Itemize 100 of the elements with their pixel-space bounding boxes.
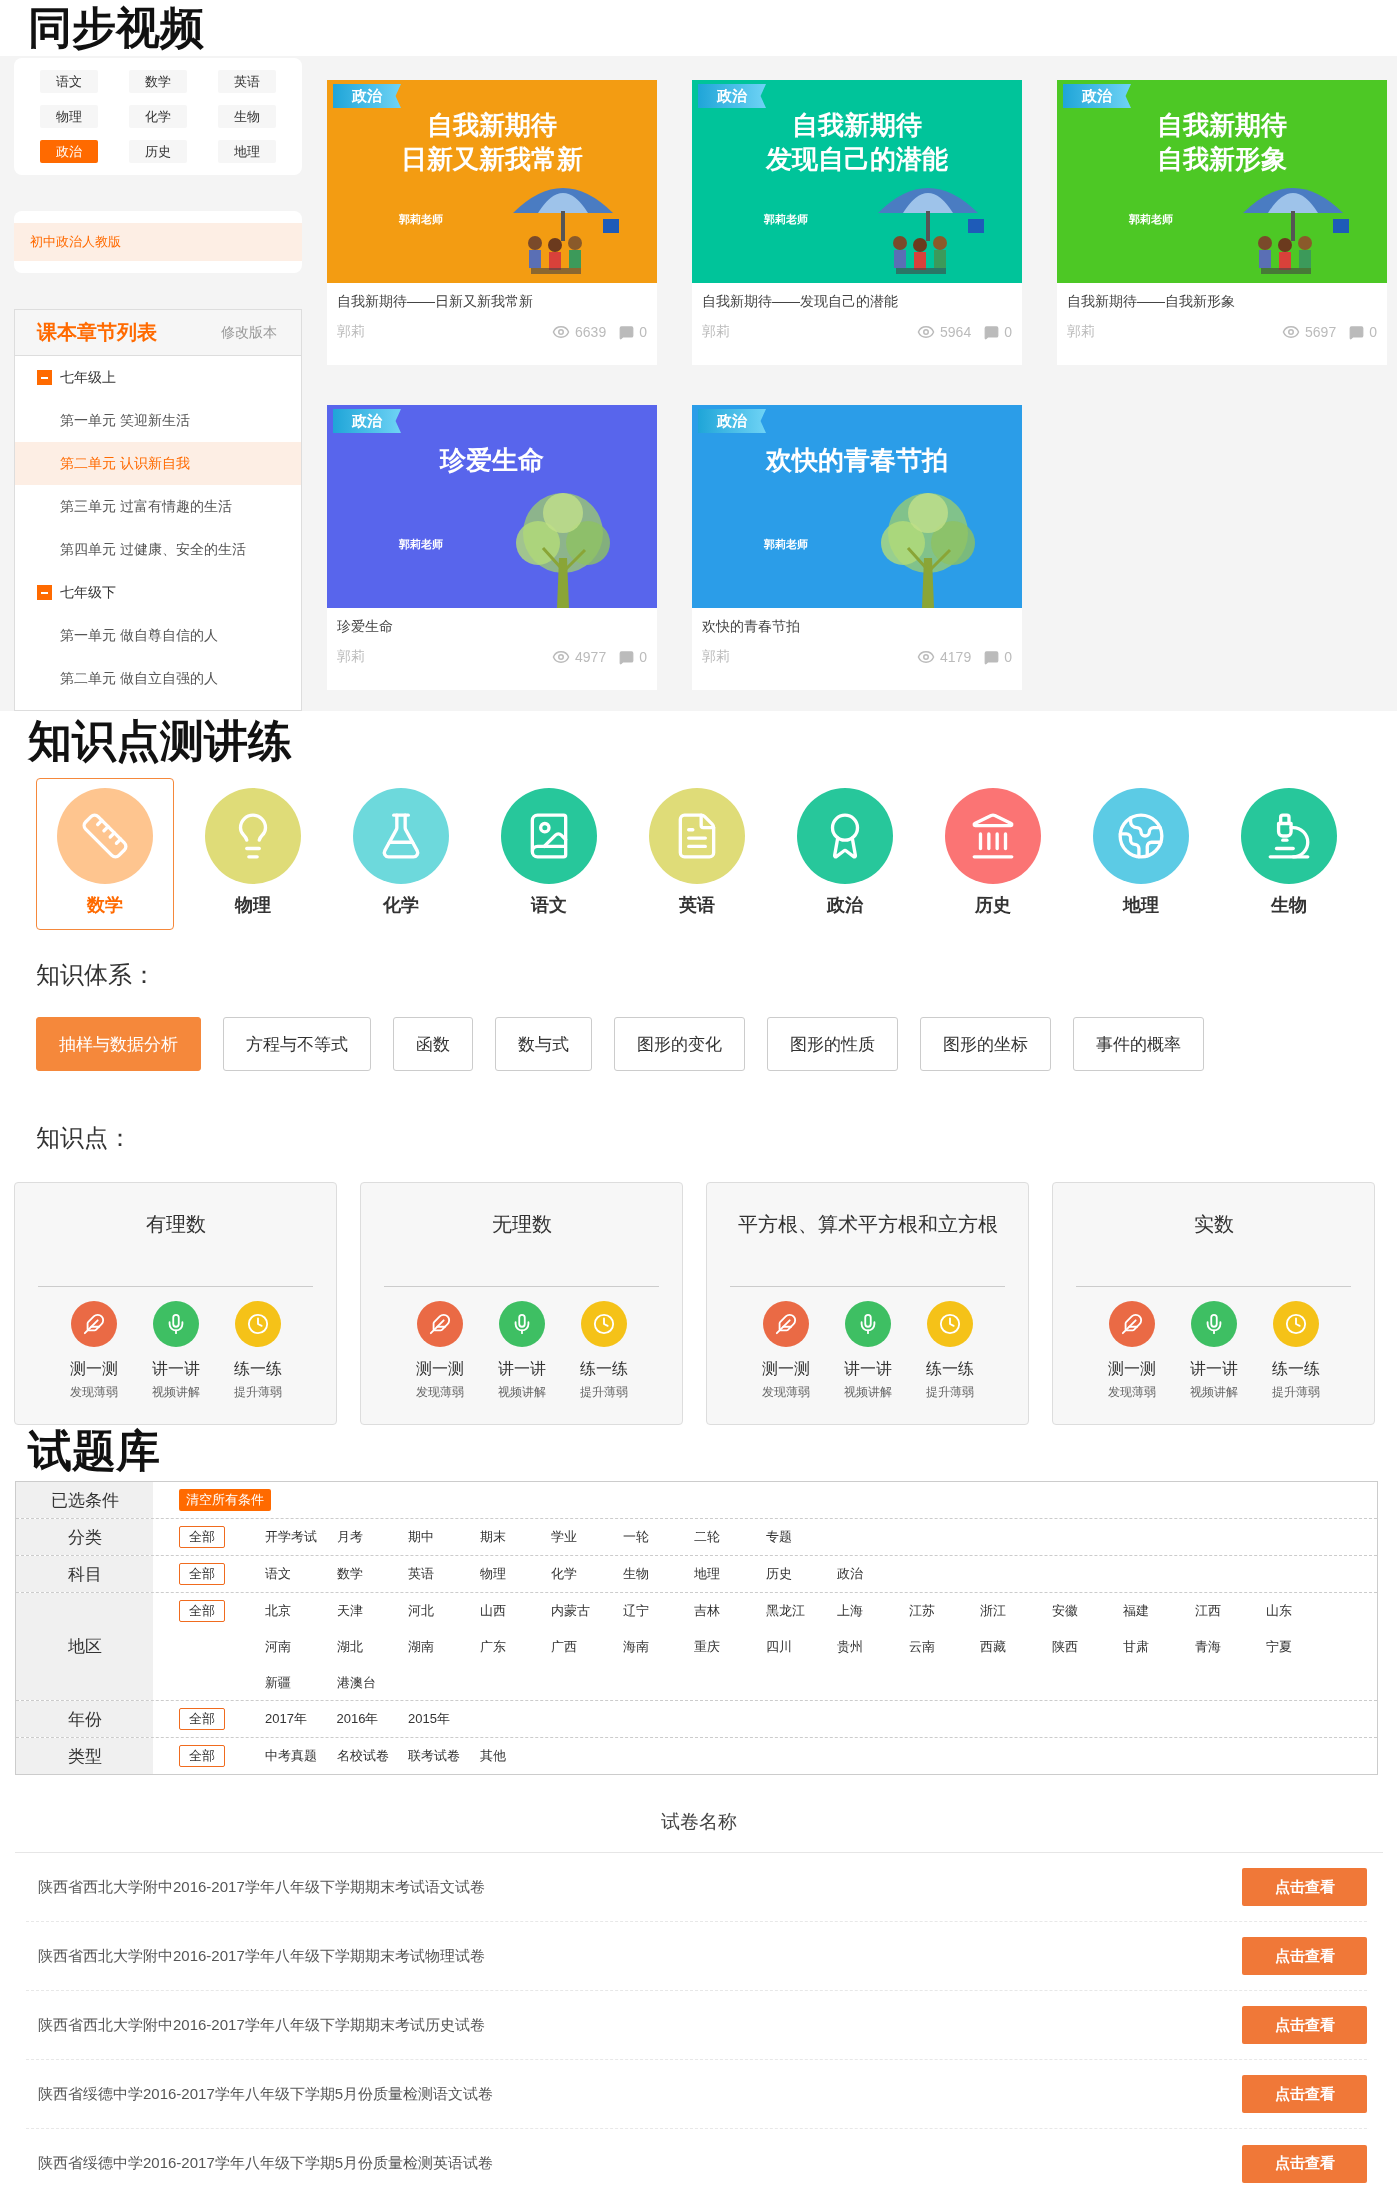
- filter-option[interactable]: 中考真题: [265, 1745, 337, 1767]
- practice-link[interactable]: 测一测 发现薄弱: [1107, 1301, 1156, 1401]
- subject-chip[interactable]: 语文: [40, 70, 98, 93]
- filter-option[interactable]: 二轮: [694, 1526, 766, 1548]
- filter-option[interactable]: 山东: [1266, 1600, 1338, 1622]
- paper-title[interactable]: 陕西省绥德中学2016-2017学年八年级下学期5月份质量检测英语试卷: [38, 2154, 494, 2173]
- practice-link[interactable]: 练一练 提升薄弱: [925, 1301, 974, 1401]
- filter-option[interactable]: 青海: [1194, 1636, 1266, 1658]
- topic-tag[interactable]: 事件的概率: [1073, 1017, 1204, 1071]
- filter-option[interactable]: 其他: [479, 1745, 551, 1767]
- filter-option[interactable]: 河南: [265, 1636, 337, 1658]
- filter-option[interactable]: 专题: [765, 1526, 837, 1548]
- filter-option[interactable]: 化学: [551, 1563, 623, 1585]
- filter-option[interactable]: 江西: [1194, 1600, 1266, 1622]
- filter-option[interactable]: 浙江: [980, 1600, 1052, 1622]
- chapter-item[interactable]: 第三单元 过富有情趣的生活: [15, 485, 301, 528]
- filter-option[interactable]: 辽宁: [622, 1600, 694, 1622]
- filter-option[interactable]: 新疆: [265, 1672, 337, 1694]
- practice-link[interactable]: 练一练 提升薄弱: [579, 1301, 628, 1401]
- grade-label[interactable]: 七年级上: [60, 368, 116, 387]
- filter-option[interactable]: 期末: [479, 1526, 551, 1548]
- subject-chip[interactable]: 地理: [218, 140, 276, 163]
- all-option[interactable]: 全部: [179, 1745, 225, 1767]
- filter-option[interactable]: 广东: [479, 1636, 551, 1658]
- video-thumbnail[interactable]: 政治 珍爱生命 郭莉老师: [327, 405, 657, 608]
- practice-link[interactable]: 练一练 提升薄弱: [233, 1301, 282, 1401]
- subject-chip[interactable]: 数学: [129, 70, 187, 93]
- filter-option[interactable]: 开学考试: [265, 1526, 337, 1548]
- practice-link[interactable]: 测一测 发现薄弱: [415, 1301, 464, 1401]
- all-option[interactable]: 全部: [179, 1708, 225, 1730]
- topic-tag[interactable]: 函数: [393, 1017, 473, 1071]
- grade-label[interactable]: 七年级下: [60, 583, 116, 602]
- filter-option[interactable]: 重庆: [694, 1636, 766, 1658]
- chapter-item[interactable]: 第四单元 过健康、安全的生活: [15, 528, 301, 571]
- subject-chip[interactable]: 物理: [40, 105, 98, 128]
- chapter-item[interactable]: 第一单元 笑迎新生活: [15, 399, 301, 442]
- practice-link[interactable]: 讲一讲 视频讲解: [1189, 1301, 1238, 1401]
- filter-option[interactable]: 陕西: [1051, 1636, 1123, 1658]
- filter-option[interactable]: 一轮: [622, 1526, 694, 1548]
- filter-option[interactable]: 甘肃: [1123, 1636, 1195, 1658]
- filter-option[interactable]: 湖南: [408, 1636, 480, 1658]
- topic-tag[interactable]: 图形的变化: [614, 1017, 745, 1071]
- filter-option[interactable]: 期中: [408, 1526, 480, 1548]
- paper-title[interactable]: 陕西省西北大学附中2016-2017学年八年级下学期期末考试历史试卷: [38, 2015, 485, 2035]
- filter-option[interactable]: 黑龙江: [765, 1600, 837, 1622]
- practice-link[interactable]: 练一练 提升薄弱: [1271, 1301, 1320, 1401]
- subject-chip[interactable]: 化学: [129, 105, 187, 128]
- filter-option[interactable]: 广西: [551, 1636, 623, 1658]
- filter-option[interactable]: 历史: [765, 1563, 837, 1585]
- subject-chip[interactable]: 英语: [218, 70, 276, 93]
- filter-option[interactable]: 四川: [765, 1636, 837, 1658]
- paper-title[interactable]: 陕西省西北大学附中2016-2017学年八年级下学期期末考试语文试卷: [38, 1877, 485, 1897]
- filter-option[interactable]: 上海: [837, 1600, 909, 1622]
- practice-link[interactable]: 测一测 发现薄弱: [761, 1301, 810, 1401]
- practice-link[interactable]: 讲一讲 视频讲解: [497, 1301, 546, 1401]
- filter-option[interactable]: 月考: [336, 1526, 408, 1548]
- practice-link[interactable]: 测一测 发现薄弱: [69, 1301, 118, 1401]
- filter-option[interactable]: 政治: [837, 1563, 909, 1585]
- video-card[interactable]: 政治 自我新期待 日新又新我常新 郭莉老师 自我新期待——日新又新我常新 郭莉 6639 0: [327, 80, 657, 365]
- video-card[interactable]: 政治 珍爱生命 郭莉老师 珍爱生命 郭莉 4977 0: [327, 405, 657, 690]
- paper-title[interactable]: 陕西省西北大学附中2016-2017学年八年级下学期期末考试物理试卷: [38, 1946, 485, 1966]
- filter-option[interactable]: 语文: [265, 1563, 337, 1585]
- topic-tag[interactable]: 方程与不等式: [223, 1017, 371, 1071]
- filter-option[interactable]: 2017年: [265, 1708, 337, 1730]
- filter-option[interactable]: 天津: [336, 1600, 408, 1622]
- filter-option[interactable]: 港澳台: [336, 1672, 408, 1694]
- all-option[interactable]: 全部: [179, 1563, 225, 1585]
- filter-option[interactable]: 内蒙古: [551, 1600, 623, 1622]
- practice-link[interactable]: 讲一讲 视频讲解: [843, 1301, 892, 1401]
- chapter-item[interactable]: 第一单元 做自尊自信的人: [15, 614, 301, 657]
- filter-option[interactable]: 学业: [551, 1526, 623, 1548]
- filter-option[interactable]: 名校试卷: [336, 1745, 408, 1767]
- filter-option[interactable]: 2015年: [408, 1708, 480, 1730]
- filter-option[interactable]: 北京: [265, 1600, 337, 1622]
- practice-link[interactable]: 讲一讲 视频讲解: [151, 1301, 200, 1401]
- filter-option[interactable]: 地理: [694, 1563, 766, 1585]
- filter-option[interactable]: 云南: [908, 1636, 980, 1658]
- filter-option[interactable]: 联考试卷: [408, 1745, 480, 1767]
- filter-option[interactable]: 山西: [479, 1600, 551, 1622]
- filter-option[interactable]: 生物: [622, 1563, 694, 1585]
- filter-option[interactable]: 数学: [336, 1563, 408, 1585]
- subject-chip[interactable]: 历史: [129, 140, 187, 163]
- filter-option[interactable]: 福建: [1123, 1600, 1195, 1622]
- all-option[interactable]: 全部: [179, 1526, 225, 1548]
- filter-option[interactable]: 宁夏: [1266, 1636, 1338, 1658]
- filter-option[interactable]: 英语: [408, 1563, 480, 1585]
- subject-chip[interactable]: 生物: [218, 105, 276, 128]
- video-card[interactable]: 政治 欢快的青春节拍 郭莉老师 欢快的青春节拍 郭莉 4179 0: [692, 405, 1022, 690]
- filter-option[interactable]: 湖北: [336, 1636, 408, 1658]
- filter-option[interactable]: 江苏: [908, 1600, 980, 1622]
- filter-option[interactable]: 西藏: [980, 1636, 1052, 1658]
- all-option[interactable]: 全部: [179, 1600, 225, 1622]
- filter-option[interactable]: 海南: [622, 1636, 694, 1658]
- filter-option[interactable]: 物理: [479, 1563, 551, 1585]
- filter-option[interactable]: 安徽: [1051, 1600, 1123, 1622]
- filter-option[interactable]: 2016年: [336, 1708, 408, 1730]
- filter-option[interactable]: 河北: [408, 1600, 480, 1622]
- chapter-item[interactable]: 第二单元 做自立自强的人: [15, 657, 301, 700]
- filter-option[interactable]: 吉林: [694, 1600, 766, 1622]
- video-card[interactable]: 政治 自我新期待 发现自己的潜能 郭莉老师 自我新期待——发现自己的潜能 郭莉 5964 0: [692, 80, 1022, 365]
